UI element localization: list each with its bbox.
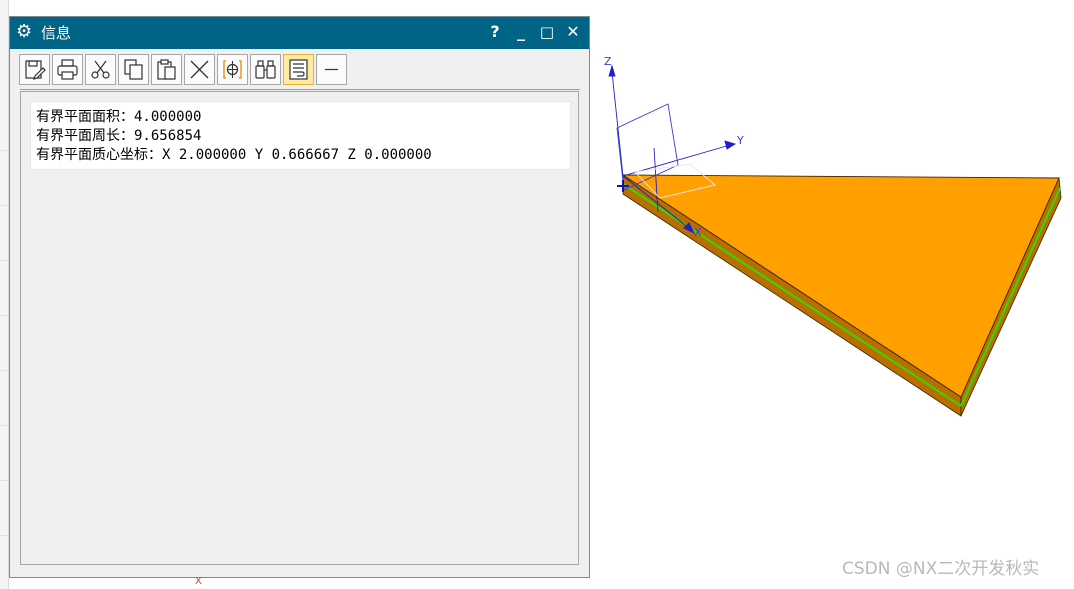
strip-line [0, 535, 9, 536]
strip-line [0, 150, 9, 151]
z-axis [611, 71, 624, 177]
close-button[interactable]: ✕ [562, 21, 584, 43]
gear-icon[interactable]: ⚙ [16, 20, 32, 44]
axis-label-y: Y [737, 134, 744, 147]
center-button[interactable] [217, 54, 248, 85]
toolbar-divider [20, 89, 580, 90]
save-icon [25, 60, 46, 80]
graphics-viewport[interactable]: Z Y X [590, 0, 1074, 589]
plate-top-face [621, 174, 1060, 398]
word-wrap-icon [289, 59, 308, 80]
dialog-titlebar[interactable]: ⚙ 信息 ? _ □ ✕ [10, 17, 589, 49]
save-button[interactable] [19, 54, 50, 85]
print-icon [57, 59, 78, 80]
watermark: CSDN @NX二次开发秋实 [842, 559, 1040, 579]
maximize-button[interactable]: □ [536, 21, 558, 43]
axis-label-x: X [694, 226, 702, 239]
triangle-plate-model[interactable] [590, 0, 1074, 589]
background-app-strip [0, 0, 9, 589]
background-axis-label: X [195, 576, 202, 587]
copy-icon [124, 59, 143, 80]
strip-line [0, 315, 9, 316]
info-line-perimeter: 有界平面周长：9.656854 [36, 128, 202, 144]
y-axis-arrow [724, 140, 737, 150]
minimize-text-button[interactable] [316, 54, 347, 85]
delete-icon [190, 60, 209, 79]
wrap-button[interactable] [283, 54, 314, 85]
info-textbox[interactable]: 有界平面面积：4.000000 有界平面周长：9.656854 有界平面质心坐标… [30, 101, 571, 170]
dialog-title: 信息 [41, 24, 72, 42]
binoculars-icon [255, 60, 276, 79]
info-panel: 有界平面面积：4.000000 有界平面周长：9.656854 有界平面质心坐标… [20, 91, 579, 565]
cut-icon [91, 60, 110, 79]
info-dialog: ⚙ 信息 ? _ □ ✕ 有界平面面积：4.000000 有界平面周长：9.65… [9, 16, 590, 578]
print-button[interactable] [52, 54, 83, 85]
strip-line [0, 480, 9, 481]
info-line-centroid: 有界平面质心坐标：X 2.000000 Y 0.666667 Z 0.00000… [36, 147, 432, 163]
strip-line [0, 205, 9, 206]
help-button[interactable]: ? [484, 21, 506, 43]
strip-line [0, 260, 9, 261]
axis-label-z: Z [604, 55, 612, 68]
paste-icon [157, 59, 176, 80]
minus-icon [325, 68, 338, 71]
strip-line [0, 370, 9, 371]
info-line-area: 有界平面面积：4.000000 [36, 109, 202, 125]
cut-button[interactable] [85, 54, 116, 85]
strip-line [0, 425, 9, 426]
center-icon [223, 60, 242, 79]
find-button[interactable] [250, 54, 281, 85]
copy-button[interactable] [118, 54, 149, 85]
paste-button[interactable] [151, 54, 182, 85]
minimize-button[interactable]: _ [510, 21, 532, 43]
delete-button[interactable] [184, 54, 215, 85]
